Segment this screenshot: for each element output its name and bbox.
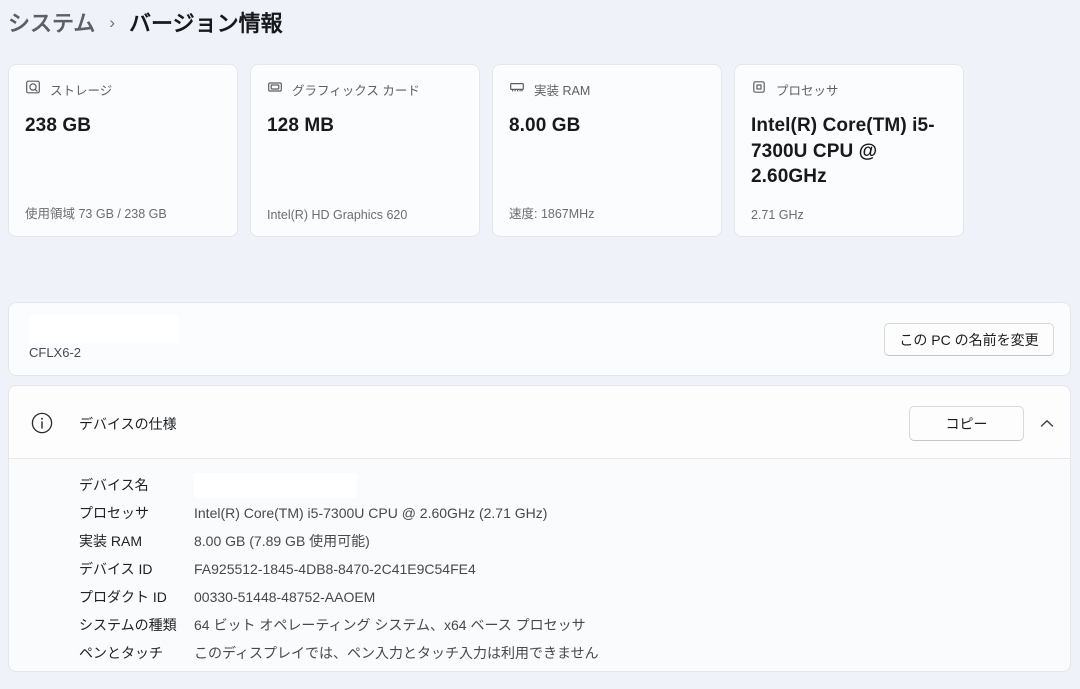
ram-icon [509,79,525,100]
spec-value: 00330-51448-48752-AAOEM [194,589,376,605]
storage-card-header: ストレージ [25,79,221,100]
device-spec-body: デバイス名 プロセッサ Intel(R) Core(TM) i5-7300U C… [9,459,1070,671]
spec-label: ペンとタッチ [79,645,163,661]
breadcrumb-separator-icon: › [109,13,116,32]
page-title: バージョン情報 [129,11,283,36]
cpu-icon [751,79,767,100]
graphics-card-label: グラフィックス カード [292,84,420,98]
processor-card: プロセッサ Intel(R) Core(TM) i5-7300U CPU @ 2… [734,64,964,237]
ram-card-value: 8.00 GB [509,115,581,136]
ram-card: 実装 RAM 8.00 GB 速度: 1867MHz [492,64,722,237]
processor-card-value: Intel(R) Core(TM) i5-7300U CPU @ 2.60GHz [751,115,935,188]
spec-value: 8.00 GB (7.89 GB 使用可能) [194,533,370,549]
info-icon [31,412,53,439]
pc-name-value: CFLX6-2 [29,345,82,360]
chevron-up-icon[interactable] [1029,405,1065,441]
device-spec-title: デバイスの仕様 [79,416,177,432]
storage-icon [25,79,41,100]
spec-label: システムの種類 [79,617,177,633]
breadcrumb-system[interactable]: システム [8,6,95,38]
storage-card-label: ストレージ [50,84,113,98]
spec-label: 実装 RAM [79,533,142,549]
spec-row-device-id: デバイス ID FA925512-1845-4DB8-8470-2C41E9C5… [9,555,1070,583]
processor-card-header: プロセッサ [751,79,947,100]
spec-row-processor: プロセッサ Intel(R) Core(TM) i5-7300U CPU @ 2… [9,499,1070,527]
spec-value: Intel(R) Core(TM) i5-7300U CPU @ 2.60GHz… [194,505,548,521]
spec-label: デバイス名 [79,477,149,493]
rename-pc-button[interactable]: この PC の名前を変更 [884,323,1054,356]
spec-label: デバイス ID [79,561,153,577]
pc-name-panel: CFLX6-2 この PC の名前を変更 [8,302,1071,376]
gpu-icon [267,79,283,100]
device-spec-expander-header[interactable]: デバイスの仕様 コピー [9,386,1070,459]
ram-card-header: 実装 RAM [509,79,705,100]
processor-card-label: プロセッサ [776,84,839,98]
spec-row-system-type: システムの種類 64 ビット オペレーティング システム、x64 ベース プロセ… [9,611,1070,639]
spec-row-pen-touch: ペンとタッチ このディスプレイでは、ペン入力とタッチ入力は利用できません [9,639,1070,667]
spec-row-product-id: プロダクト ID 00330-51448-48752-AAOEM [9,583,1070,611]
processor-card-detail: 2.71 GHz [751,208,804,222]
copy-button[interactable]: コピー [909,406,1024,441]
graphics-card-value: 128 MB [267,115,335,136]
spec-value: FA925512-1845-4DB8-8470-2C41E9C54FE4 [194,561,476,577]
device-spec-panel: デバイスの仕様 コピー デバイス名 プロセッサ Intel(R) Core(TM… [8,385,1071,672]
breadcrumb: システム › バージョン情報 [8,6,283,38]
spec-row-installed-ram: 実装 RAM 8.00 GB (7.89 GB 使用可能) [9,527,1070,555]
spec-value: 64 ビット オペレーティング システム、x64 ベース プロセッサ [194,617,586,633]
spec-label: プロセッサ [79,505,149,521]
graphics-card-header: グラフィックス カード [267,79,463,100]
storage-card-value: 238 GB [25,115,92,136]
ram-card-label: 実装 RAM [534,84,591,98]
graphics-card-detail: Intel(R) HD Graphics 620 [267,208,408,222]
graphics-card: グラフィックス カード 128 MB Intel(R) HD Graphics … [250,64,480,237]
device-name-redaction-box [194,473,357,498]
spec-value: このディスプレイでは、ペン入力とタッチ入力は利用できません [194,645,599,661]
storage-card-detail: 使用領域 73 GB / 238 GB [25,207,167,221]
spec-row-device-name: デバイス名 [9,471,1070,499]
ram-card-detail: 速度: 1867MHz [509,207,595,221]
spec-label: プロダクト ID [79,589,167,605]
storage-card: ストレージ 238 GB 使用領域 73 GB / 238 GB [8,64,238,237]
pc-name-redaction-box [29,315,179,343]
